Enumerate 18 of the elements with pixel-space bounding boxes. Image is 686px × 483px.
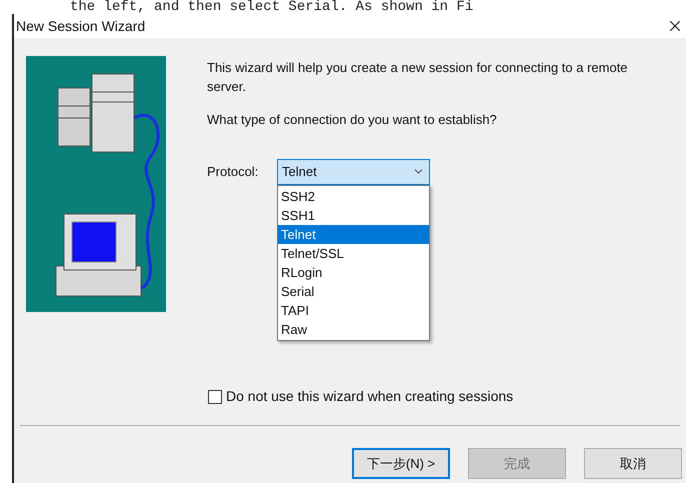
protocol-option[interactable]: Raw	[278, 320, 429, 338]
protocol-option[interactable]: Telnet/SSL	[278, 244, 429, 262]
protocol-option[interactable]: SSH2	[278, 186, 429, 206]
protocol-label: Protocol:	[207, 162, 260, 181]
protocol-option[interactable]: Serial	[278, 282, 429, 300]
protocol-option[interactable]: SSH1	[278, 206, 429, 224]
document-text: the left, and then select Serial. As shown in Fi	[69, 0, 474, 14]
checkbox-label: Do not use this wizard when creating sessions	[226, 387, 514, 406]
dialog-button[interactable]: 取消	[584, 448, 682, 479]
question-text: What type of connection do you want to establish?	[207, 111, 498, 129]
protocol-option[interactable]: TAPI	[278, 300, 429, 320]
dialog-button[interactable]: 下一步(N) >	[352, 448, 450, 479]
protocol-option[interactable]: Telnet	[278, 224, 429, 244]
intro-text: This wizard will help you create a new session for connecting to a remote server.	[207, 59, 629, 96]
protocol-option[interactable]: RLogin	[278, 262, 429, 282]
window-title: New Session Wizard	[16, 16, 146, 36]
checkbox[interactable]	[208, 390, 222, 404]
protocol-dropdown[interactable]: Telnet	[277, 158, 430, 184]
